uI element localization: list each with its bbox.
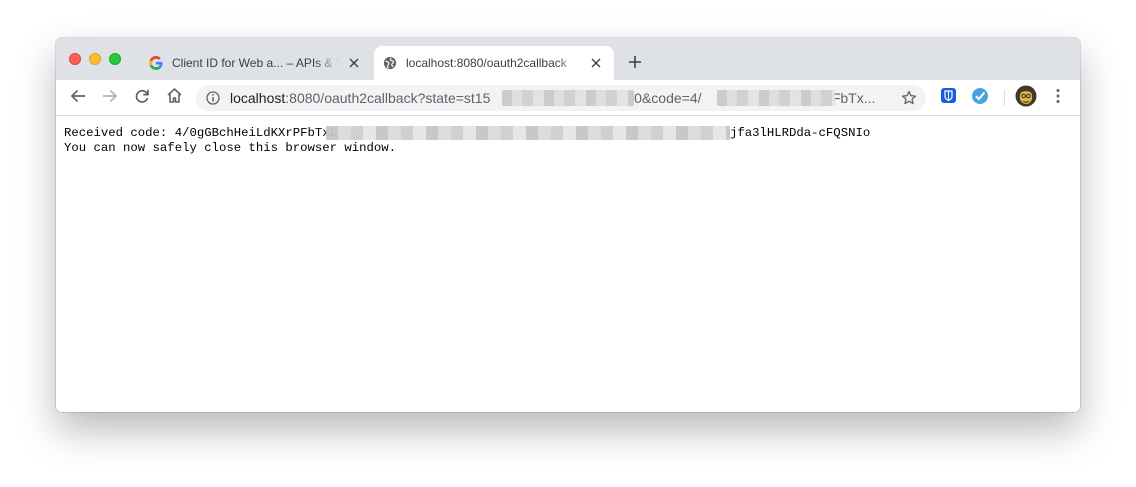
window-close-button[interactable] — [69, 53, 81, 65]
close-window-message: You can now safely close this browser wi… — [64, 141, 397, 155]
redacted-code-blur — [326, 126, 730, 140]
screenshot-stage: Client ID for Web a... – APIs & S localh… — [0, 0, 1136, 487]
toolbar-divider — [1004, 90, 1005, 106]
url-host: localhost — [230, 90, 286, 106]
profile-button[interactable] — [1014, 85, 1038, 112]
close-icon[interactable] — [588, 55, 604, 71]
new-tab-button[interactable] — [624, 53, 646, 75]
arrow-left-icon — [70, 88, 86, 109]
arrow-right-icon — [102, 88, 118, 109]
page-content: Received code: 4/0gGBchHeiLdKXrPFbTxL Yo… — [56, 117, 1080, 412]
tab-title: localhost:8080/oauth2callback — [406, 56, 567, 70]
tab-strip: Client ID for Web a... – APIs & S localh… — [56, 38, 1080, 80]
plus-icon — [628, 55, 642, 74]
address-bar[interactable]: localhost:8080/oauth2callback?state=st15… — [196, 85, 926, 111]
redacted-state-blur — [502, 90, 634, 106]
tab-oauth-callback[interactable]: localhost:8080/oauth2callback — [374, 46, 614, 80]
star-icon[interactable] — [900, 89, 918, 107]
bitwarden-icon — [940, 87, 957, 109]
checkmark-extension-button[interactable] — [968, 86, 992, 110]
info-icon[interactable] — [205, 90, 221, 106]
google-g-icon — [148, 55, 164, 71]
forward-button[interactable] — [98, 86, 122, 110]
received-code-prefix: Received code: 4/0gGBchHeiLdKXrPFbTxL — [64, 126, 338, 140]
avatar — [1015, 85, 1037, 112]
checkmark-extension-icon — [971, 87, 989, 110]
tab-title: Client ID for Web a... – APIs & S — [172, 56, 340, 70]
bitwarden-extension-button[interactable] — [936, 86, 960, 110]
url-path: :8080/oauth2callback?state=st15 — [285, 90, 491, 106]
reload-icon — [134, 88, 150, 109]
redacted-code-blur — [717, 90, 835, 106]
close-icon[interactable] — [346, 55, 362, 71]
reload-button[interactable] — [130, 86, 154, 110]
browser-menu-button[interactable] — [1046, 86, 1070, 110]
window-minimize-button[interactable] — [89, 53, 101, 65]
window-maximize-button[interactable] — [109, 53, 121, 65]
kebab-menu-icon — [1055, 88, 1061, 109]
back-button[interactable] — [66, 86, 90, 110]
browser-toolbar: localhost:8080/oauth2callback?state=st15… — [56, 80, 1080, 116]
received-code-suffix: jfa3lHLRDda-cFQSNIo — [730, 126, 871, 140]
home-icon — [166, 87, 183, 109]
home-button[interactable] — [162, 86, 186, 110]
tab-client-id[interactable]: Client ID for Web a... – APIs & S — [140, 46, 372, 80]
browser-window: Client ID for Web a... – APIs & S localh… — [56, 38, 1080, 412]
url-code-param: 00&code=4/ — [626, 90, 702, 106]
globe-icon — [382, 55, 398, 71]
